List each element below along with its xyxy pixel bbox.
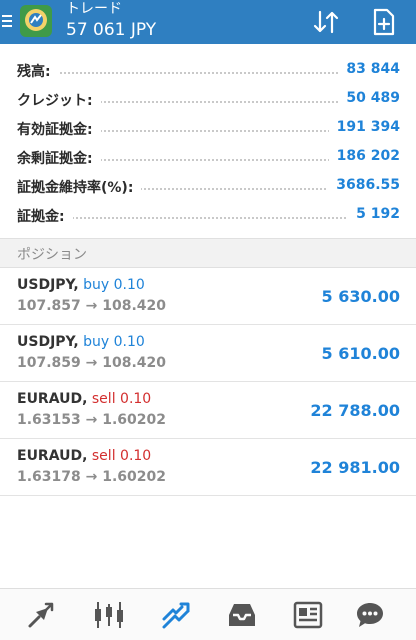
summary-label: 証拠金維持率(%): <box>17 177 142 197</box>
summary-row-free-margin: 余剰証拠金: 186 202 <box>0 145 416 174</box>
dotted-leader <box>60 101 350 103</box>
sort-icon[interactable] <box>310 6 342 38</box>
dotted-leader <box>60 159 350 161</box>
position-profit: 5 630.00 <box>321 287 400 306</box>
positions-list: USDJPY, buy 0.10 107.857 → 108.420 5 630… <box>0 268 416 496</box>
menu-icon[interactable] <box>0 0 14 44</box>
position-volume: 0.10 <box>113 334 145 350</box>
position-profit: 22 981.00 <box>310 458 400 477</box>
summary-label: 残高: <box>17 61 59 81</box>
summary-row-balance: 残高: 83 844 <box>0 58 416 87</box>
page-title: トレード <box>66 1 122 17</box>
dotted-leader <box>60 217 350 219</box>
position-prices: 107.857 → 108.420 <box>17 298 167 314</box>
top-app-bar: トレード 57 061 JPY <box>0 0 416 44</box>
summary-row-equity: 有効証拠金: 191 394 <box>0 116 416 145</box>
chat-icon[interactable] <box>354 599 386 631</box>
quotes-icon[interactable] <box>25 599 57 631</box>
position-symbol: EURAUD, <box>17 391 88 407</box>
position-side: sell <box>91 391 116 407</box>
summary-value: 5 192 <box>348 206 400 222</box>
trade-icon[interactable] <box>160 599 192 631</box>
news-icon[interactable] <box>292 599 324 631</box>
summary-label: 有効証拠金: <box>17 119 101 139</box>
position-prices: 1.63153 → 1.60202 <box>17 412 167 428</box>
position-symbol: USDJPY, <box>17 277 79 293</box>
summary-value: 3686.55 <box>328 177 400 193</box>
position-volume: 0.10 <box>113 277 145 293</box>
account-balance-subtitle: 57 061 JPY <box>66 20 157 40</box>
dotted-leader <box>60 130 350 132</box>
position-profit: 22 788.00 <box>310 401 400 420</box>
summary-value: 83 844 <box>338 61 400 77</box>
positions-section-header: ポジション <box>0 238 416 268</box>
position-prices: 107.859 → 108.420 <box>17 355 167 371</box>
summary-value: 186 202 <box>328 148 400 164</box>
bottom-navigation <box>0 588 416 640</box>
account-summary: 残高: 83 844 クレジット: 50 489 有効証拠金: 191 394 … <box>0 58 416 232</box>
summary-row-credit: クレジット: 50 489 <box>0 87 416 116</box>
chart-icon[interactable] <box>93 599 125 631</box>
position-row[interactable]: EURAUD, sell 0.10 1.63178 → 1.60202 22 9… <box>0 439 416 496</box>
position-side: buy <box>83 277 110 293</box>
dotted-leader <box>60 72 350 74</box>
summary-label: クレジット: <box>17 90 101 110</box>
position-symbol: EURAUD, <box>17 448 88 464</box>
position-row[interactable]: USDJPY, buy 0.10 107.859 → 108.420 5 610… <box>0 325 416 382</box>
summary-value: 50 489 <box>338 90 400 106</box>
position-row[interactable]: USDJPY, buy 0.10 107.857 → 108.420 5 630… <box>0 268 416 325</box>
summary-row-margin-level: 証拠金維持率(%): 3686.55 <box>0 174 416 203</box>
summary-label: 証拠金: <box>17 206 73 226</box>
summary-row-margin: 証拠金: 5 192 <box>0 203 416 232</box>
position-profit: 5 610.00 <box>321 344 400 363</box>
history-icon[interactable] <box>226 599 258 631</box>
app-logo <box>18 3 54 39</box>
position-side: buy <box>83 334 110 350</box>
position-symbol: USDJPY, <box>17 334 79 350</box>
position-row[interactable]: EURAUD, sell 0.10 1.63153 → 1.60202 22 7… <box>0 382 416 439</box>
summary-value: 191 394 <box>328 119 400 135</box>
position-side: sell <box>91 448 116 464</box>
position-prices: 1.63178 → 1.60202 <box>17 469 167 485</box>
position-volume: 0.10 <box>120 448 152 464</box>
new-order-icon[interactable] <box>368 6 400 38</box>
summary-label: 余剰証拠金: <box>17 148 101 168</box>
position-volume: 0.10 <box>120 391 152 407</box>
section-title: ポジション <box>17 247 87 263</box>
